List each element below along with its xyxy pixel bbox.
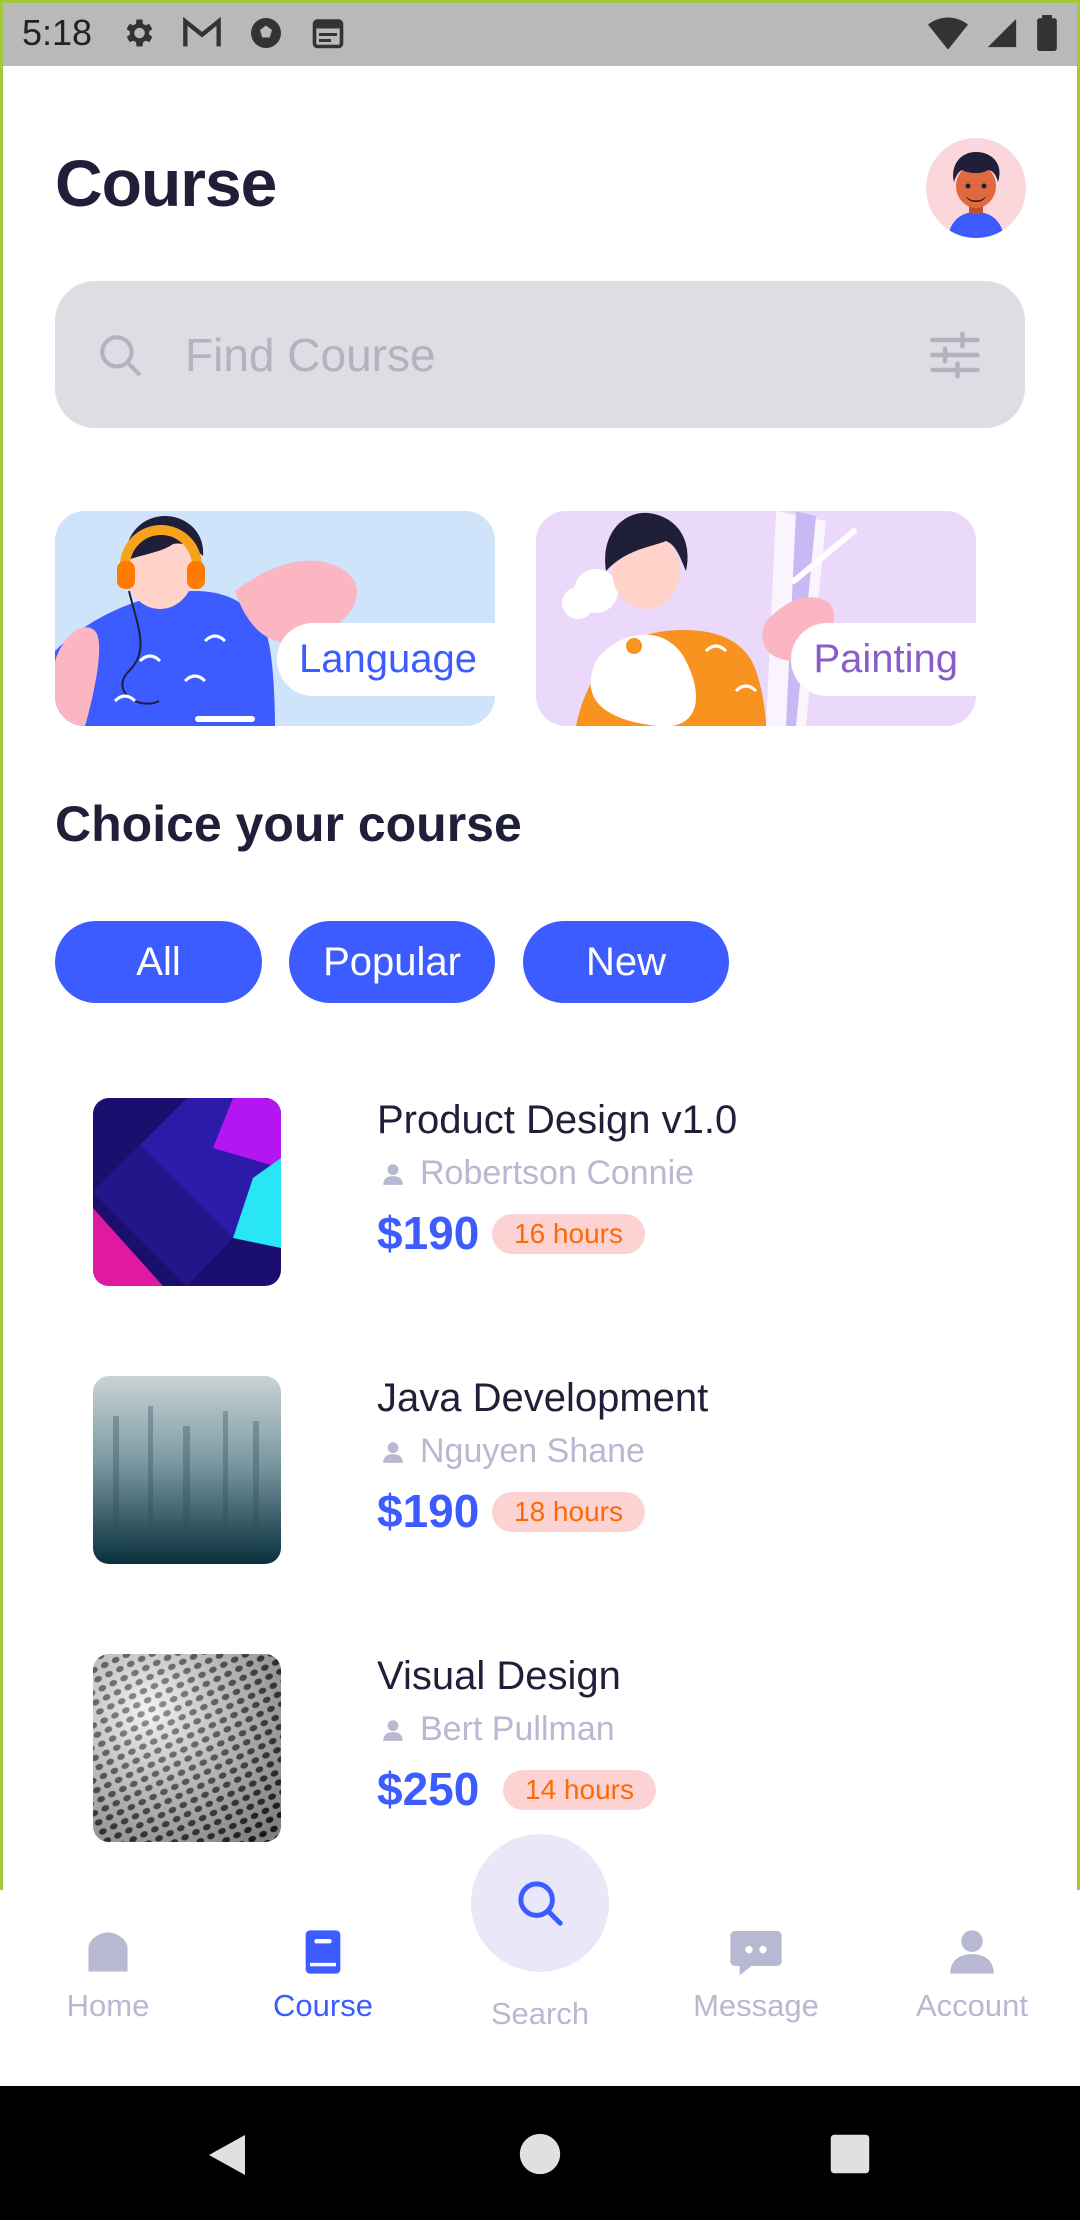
wifi-icon — [928, 17, 968, 50]
nav-item-message[interactable]: Message — [681, 1926, 831, 2024]
status-bar: 5:18 — [0, 0, 1080, 66]
signal-icon — [987, 18, 1017, 48]
course-hours-badge: 18 hours — [492, 1492, 645, 1532]
nav-item-home[interactable]: Home — [33, 1926, 183, 2024]
course-thumbnail — [93, 1098, 281, 1286]
course-author-name: Bert Pullman — [420, 1710, 615, 1748]
section-title: Choice your course — [55, 796, 522, 852]
person-icon — [383, 1163, 403, 1185]
page-title: Course — [55, 146, 277, 220]
nav-label-search[interactable]: Search — [440, 1996, 640, 2032]
course-price: $190 — [377, 1485, 480, 1537]
nav-label-message: Message — [693, 1988, 819, 2023]
course-title: Product Design v1.0 — [377, 1098, 738, 1142]
search-input[interactable] — [185, 327, 925, 382]
course-thumbnail — [93, 1376, 281, 1564]
course-list-item[interactable]: Visual Design Bert Pullman $250 14 hours — [0, 1654, 1080, 1844]
nav-item-course[interactable]: Course — [248, 1926, 398, 2024]
search-icon — [518, 1881, 563, 1926]
filter-chip-new[interactable]: New — [523, 921, 729, 1003]
system-nav-bar — [0, 2086, 1080, 2220]
status-notification-icons — [120, 15, 346, 51]
battery-icon — [1037, 15, 1057, 51]
search-icon — [100, 334, 141, 376]
calendar-icon — [312, 19, 344, 49]
category-card-language[interactable]: Language — [55, 511, 495, 726]
person-icon — [383, 1719, 403, 1741]
search-fab-button[interactable] — [471, 1834, 609, 1972]
person-icon — [383, 1441, 403, 1463]
gmail-icon — [183, 17, 221, 47]
nav-label-course: Course — [273, 1988, 373, 2023]
course-author: Robertson Connie — [380, 1154, 694, 1193]
course-title: Visual Design — [377, 1654, 621, 1698]
course-price: $190 — [377, 1207, 480, 1259]
course-author-name: Nguyen Shane — [420, 1432, 645, 1470]
course-hours-badge: 16 hours — [492, 1214, 645, 1254]
course-title: Java Development — [377, 1376, 709, 1420]
category-label-language: Language — [277, 623, 495, 696]
filter-chip-popular[interactable]: Popular — [289, 921, 495, 1003]
status-time: 5:18 — [22, 12, 93, 53]
settings-icon — [126, 19, 153, 47]
book-icon — [305, 1930, 341, 1974]
course-price: $250 — [377, 1763, 480, 1815]
filter-chip-all[interactable]: All — [55, 921, 262, 1003]
home-circle-icon[interactable] — [518, 2132, 562, 2176]
course-list-item[interactable]: Product Design v1.0 Robertson Connie $19… — [0, 1098, 1080, 1288]
nav-label-account: Account — [915, 1988, 1028, 2023]
search-bar[interactable] — [55, 281, 1025, 428]
nav-item-account[interactable]: Account — [897, 1926, 1047, 2024]
category-card-painting[interactable]: Painting — [536, 511, 976, 726]
avatar-illustration — [948, 152, 1004, 238]
status-system-icons — [928, 15, 1058, 51]
course-author: Bert Pullman — [380, 1710, 615, 1749]
filter-sliders-icon[interactable] — [925, 325, 985, 385]
soccer-ball-icon — [251, 18, 282, 48]
course-author-name: Robertson Connie — [420, 1154, 695, 1192]
category-label-painting: Painting — [791, 623, 976, 696]
nav-label-home: Home — [66, 1988, 150, 2023]
account-icon — [950, 1930, 994, 1974]
course-thumbnail — [93, 1654, 281, 1842]
recents-icon[interactable] — [829, 2133, 871, 2175]
message-icon — [730, 1931, 782, 1976]
course-hours-badge: 14 hours — [503, 1770, 656, 1810]
course-author: Nguyen Shane — [380, 1432, 645, 1471]
course-list-item[interactable]: Java Development Nguyen Shane $190 18 ho… — [0, 1376, 1080, 1566]
avatar[interactable] — [926, 138, 1026, 238]
back-icon[interactable] — [205, 2131, 249, 2179]
home-icon — [88, 1932, 128, 1972]
